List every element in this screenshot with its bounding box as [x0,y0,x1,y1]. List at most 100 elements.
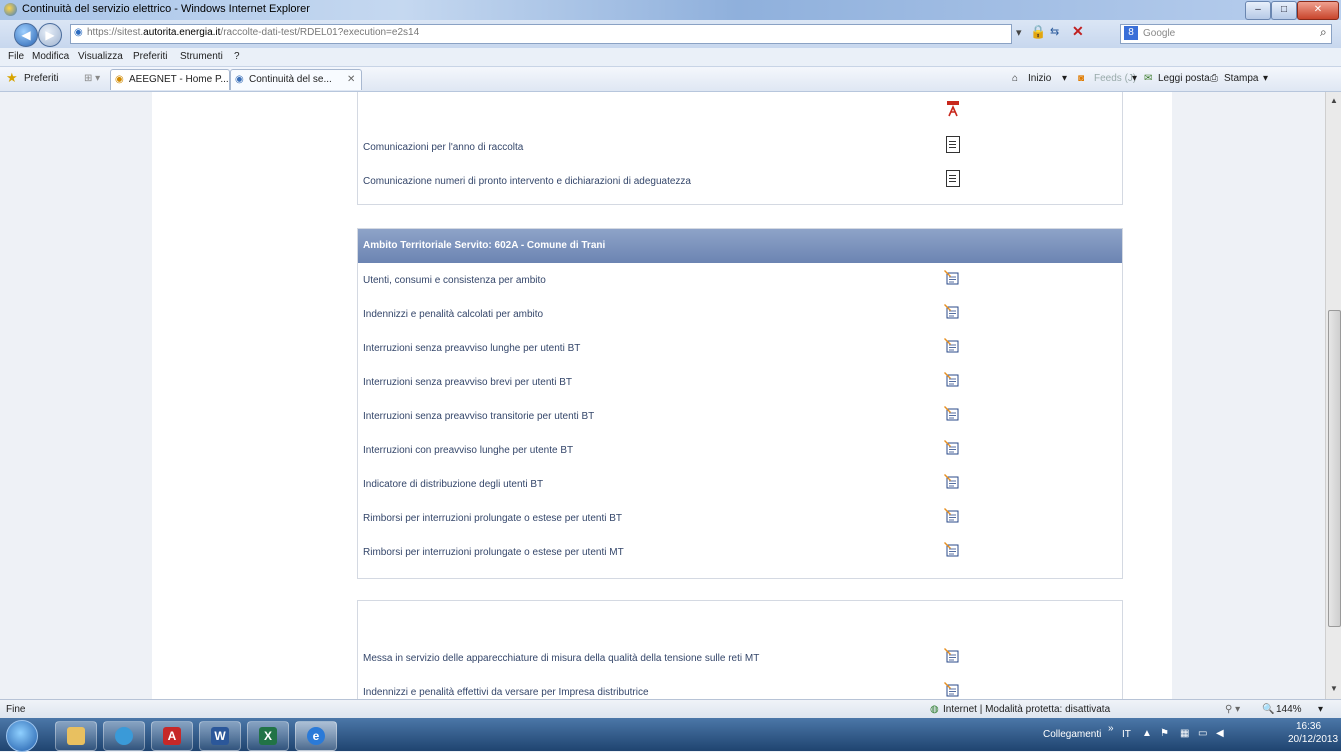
taskbar-excel[interactable]: X [247,721,289,751]
edit-form-icon[interactable] [944,541,960,557]
feeds-dropdown-icon[interactable]: ▾ [1132,73,1137,84]
home-icon[interactable]: ⌂ [1012,73,1018,84]
list-item[interactable]: Interruzioni senza preavviso lunghe per … [358,331,1122,365]
list-item-label[interactable]: Indennizzi e penalità calcolati per ambi… [363,309,543,320]
clock-time[interactable]: 16:36 [1296,721,1321,732]
list-item-label[interactable]: Rimborsi per interruzioni prolungate o e… [363,513,622,524]
zoom-settings-icon[interactable]: ⚲ ▾ [1225,704,1240,715]
zoom-dropdown-icon[interactable]: ▾ [1318,704,1323,715]
links-chevron-icon[interactable]: » [1108,723,1114,734]
tab-aeegnet[interactable]: ◉ AEEGNET - Home P... [110,69,230,90]
taskbar-ie-active[interactable]: e [295,721,337,751]
refresh-icon[interactable]: ⇆ [1050,25,1059,38]
print-button[interactable]: Stampa [1224,73,1258,84]
list-item[interactable]: Messa in servizio delle apparecchiature … [358,641,1122,675]
home-dropdown-icon[interactable]: ▾ [1062,73,1067,84]
scrollbar-thumb[interactable] [1328,310,1341,627]
address-dropdown-icon[interactable]: ▾ [1016,26,1022,39]
taskbar-explorer[interactable] [55,721,97,751]
edit-form-icon[interactable] [944,473,960,489]
pdf-icon[interactable] [946,101,960,117]
lock-icon[interactable]: 🔒 [1030,24,1046,40]
list-item[interactable]: Indennizzi e penalità calcolati per ambi… [358,297,1122,331]
list-item[interactable]: Interruzioni senza preavviso transitorie… [358,399,1122,433]
taskbar-acrobat[interactable]: A [151,721,193,751]
list-item[interactable]: Interruzioni senza preavviso brevi per u… [358,365,1122,399]
list-item[interactable]: Interruzioni con preavviso lunghe per ut… [358,433,1122,467]
feeds-button[interactable]: Feeds (J) [1094,73,1136,84]
print-dropdown-icon[interactable]: ▾ [1263,73,1268,84]
list-item-label[interactable]: Indennizzi e penalità effettivi da versa… [363,687,649,698]
favorites-label[interactable]: Preferiti [24,73,58,84]
taskbar-word[interactable]: W [199,721,241,751]
stop-icon[interactable]: ✕ [1072,23,1084,40]
edit-form-icon[interactable] [944,371,960,387]
home-button[interactable]: Inizio [1028,73,1051,84]
security-zone[interactable]: Internet | Modalità protetta: disattivat… [943,704,1110,715]
maximize-button[interactable]: □ [1271,1,1297,20]
mail-icon[interactable]: ✉ [1144,73,1152,84]
list-item-label[interactable]: Interruzioni senza preavviso transitorie… [363,411,594,422]
clock-date[interactable]: 20/12/2013 [1288,734,1338,745]
tab-continuita[interactable]: ◉ Continuità del se... ✕ [230,69,362,90]
tray-expand-icon[interactable]: ▲ [1142,728,1152,739]
edit-form-icon[interactable] [944,507,960,523]
menu-preferiti[interactable]: Preferiti [133,51,167,62]
edit-form-icon[interactable] [944,439,960,455]
list-item-label[interactable]: Interruzioni senza preavviso brevi per u… [363,377,572,388]
close-window-button[interactable]: ✕ [1297,1,1339,20]
list-item-label[interactable]: Messa in servizio delle apparecchiature … [363,653,759,664]
flag-icon[interactable]: ⚑ [1160,728,1169,739]
links-toolbar[interactable]: Collegamenti [1043,729,1101,740]
scroll-up-icon[interactable]: ▲ [1330,96,1338,105]
language-indicator[interactable]: IT [1122,729,1131,740]
network-icon[interactable]: ▦ [1180,728,1189,739]
quick-tabs-icon[interactable]: ⊞ ▾ [84,73,100,84]
edit-form-icon[interactable] [944,269,960,285]
list-item-label[interactable]: Utenti, consumi e consistenza per ambito [363,275,546,286]
list-item-label[interactable]: Interruzioni senza preavviso lunghe per … [363,343,580,354]
search-input[interactable]: 8 Google [1120,24,1332,44]
vertical-scrollbar[interactable]: ▲ ▼ [1325,92,1341,699]
list-item-label[interactable]: Interruzioni con preavviso lunghe per ut… [363,445,573,456]
taskbar-ie-pinned[interactable] [103,721,145,751]
display-icon[interactable]: ▭ [1198,728,1207,739]
menu-strumenti[interactable]: Strumenti [180,51,223,62]
document-icon[interactable] [946,136,960,153]
read-mail-button[interactable]: Leggi posta [1158,73,1210,84]
minimize-button[interactable]: – [1245,1,1271,20]
list-item[interactable]: Rimborsi per interruzioni prolungate o e… [358,501,1122,535]
edit-form-icon[interactable] [944,405,960,421]
edit-form-icon[interactable] [944,681,960,697]
feeds-icon[interactable]: ◙ [1078,73,1084,84]
volume-icon[interactable]: ◀ [1216,728,1224,739]
close-tab-icon[interactable]: ✕ [347,74,355,85]
list-item[interactable]: Comunicazione numeri di pronto intervent… [358,164,1122,198]
list-item-label[interactable]: Comunicazioni per l'anno di raccolta [363,142,523,153]
list-item[interactable]: Utenti, consumi e consistenza per ambito [358,263,1122,297]
search-icon[interactable]: ⌕ [1320,25,1327,40]
address-bar[interactable]: ◉ https://sitest.autorita.energia.it/rac… [70,24,1012,44]
scroll-down-icon[interactable]: ▼ [1330,684,1338,693]
document-icon[interactable] [946,170,960,187]
back-button[interactable]: ◀ [14,23,38,47]
favorites-star-icon[interactable]: ★ [6,70,18,86]
list-item[interactable]: Indennizzi e penalità effettivi da versa… [358,675,1122,699]
list-item-label[interactable]: Comunicazione numeri di pronto intervent… [363,176,691,187]
list-item-label[interactable]: Indicatore di distribuzione degli utenti… [363,479,543,490]
list-item[interactable]: Comunicazioni per l'anno di raccolta [358,130,1122,164]
forward-button[interactable]: ▶ [38,23,62,47]
list-item[interactable]: Rimborsi per interruzioni prolungate o e… [358,535,1122,569]
edit-form-icon[interactable] [944,647,960,663]
zoom-level[interactable]: 144% [1276,704,1302,715]
start-button[interactable] [6,720,38,752]
edit-form-icon[interactable] [944,303,960,319]
menu-visualizza[interactable]: Visualizza [78,51,123,62]
print-icon[interactable]: ⎙ [1210,73,1218,84]
menu-file[interactable]: File [8,51,24,62]
menu-modifica[interactable]: Modifica [32,51,69,62]
edit-form-icon[interactable] [944,337,960,353]
list-item[interactable]: Indicatore di distribuzione degli utenti… [358,467,1122,501]
menu-help[interactable]: ? [234,51,240,62]
list-item-label[interactable]: Rimborsi per interruzioni prolungate o e… [363,547,624,558]
